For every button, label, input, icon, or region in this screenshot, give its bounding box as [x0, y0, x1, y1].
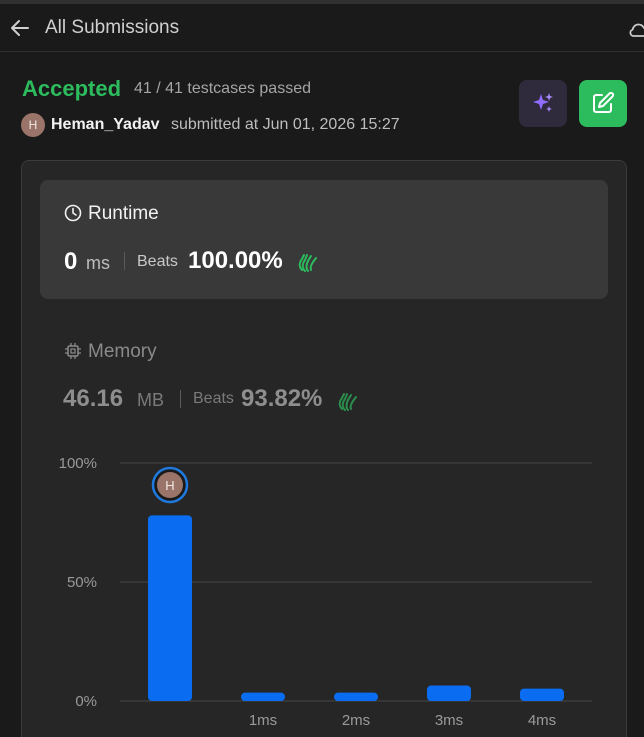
edit-button[interactable]: [579, 80, 627, 127]
memory-label[interactable]: Memory: [88, 341, 157, 363]
runtime-beats-label: Beats: [137, 253, 178, 270]
runtime-beats-percent: 100.00%: [188, 247, 283, 274]
chart-bar[interactable]: [427, 685, 471, 701]
ai-analyze-button[interactable]: [519, 80, 567, 127]
all-submissions-link[interactable]: All Submissions: [45, 17, 179, 39]
sparkles-icon: [533, 93, 553, 112]
chart-bar[interactable]: [520, 688, 564, 701]
chart-bar[interactable]: [334, 692, 378, 701]
username-link[interactable]: Heman_Yadav: [51, 116, 160, 134]
memory-divider: [180, 390, 181, 408]
clock-icon: [64, 204, 82, 222]
avatar[interactable]: H: [21, 113, 45, 137]
submitted-timestamp: submitted at Jun 01, 2026 15:27: [171, 116, 400, 133]
runtime-unit: ms: [86, 253, 110, 273]
memory-beats-percent: 93.82%: [241, 385, 323, 412]
cloud-icon[interactable]: [628, 19, 644, 41]
runtime-value: 0: [64, 248, 78, 275]
runtime-divider: [124, 252, 125, 270]
arrow-left-icon[interactable]: [8, 16, 32, 40]
testcases-summary: 41 / 41 testcases passed: [134, 80, 311, 97]
edit-icon: [593, 91, 615, 113]
memory-value: 46.16: [63, 385, 124, 412]
runtime-label: Runtime: [88, 203, 159, 224]
memory-beats-label: Beats: [193, 390, 234, 407]
clapping-hands-icon: [336, 389, 360, 418]
chip-icon: [64, 342, 82, 360]
chart-bar[interactable]: [241, 692, 285, 701]
clapping-hands-icon: [296, 250, 320, 279]
header-bar: All Submissions: [0, 4, 644, 52]
memory-unit: MB: [137, 390, 164, 410]
runtime-card[interactable]: [40, 180, 608, 299]
submission-status: Accepted: [22, 76, 122, 101]
chart-bar[interactable]: [148, 515, 192, 701]
